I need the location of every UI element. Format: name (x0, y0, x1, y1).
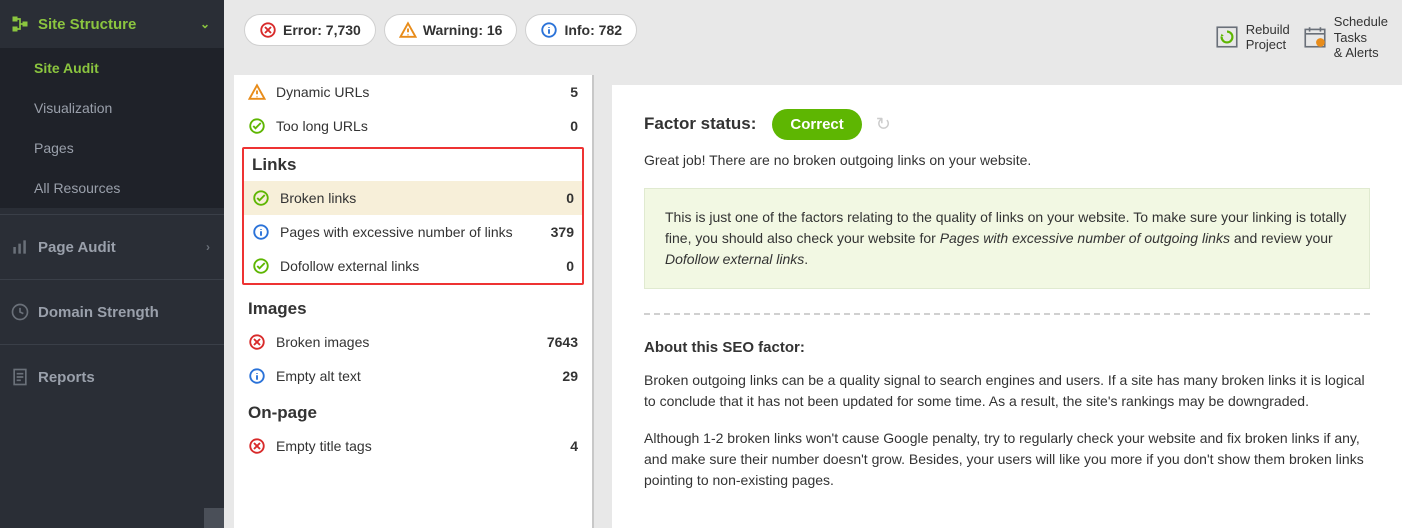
rebuild-icon (1214, 24, 1240, 50)
schedule-label: Schedule Tasks & Alerts (1334, 14, 1388, 61)
note-link-2[interactable]: Dofollow external links (665, 251, 804, 267)
content: Dynamic URLs5Too long URLs0 Links Broken… (224, 75, 1402, 528)
factor-label: Broken links (280, 190, 566, 206)
detail-column: Factor status: Correct ↻ Great job! Ther… (612, 85, 1402, 528)
info-note: This is just one of the factors relating… (644, 188, 1370, 289)
warning-label: Warning: (423, 22, 483, 38)
sidebar-item-page-audit[interactable]: Page Audit › (0, 221, 224, 273)
about-paragraph: Broken outgoing links can be a quality s… (644, 370, 1370, 412)
check-circle-icon (252, 189, 270, 207)
warning-count: 16 (487, 22, 503, 38)
factor-value: 379 (551, 224, 574, 240)
factor-value: 7643 (547, 334, 578, 350)
warning-triangle-icon (248, 83, 266, 101)
sidebar-item-site-audit[interactable]: Site Audit (0, 48, 224, 88)
factor-value: 5 (570, 84, 578, 100)
sidebar-label: Reports (38, 369, 95, 386)
warning-icon (399, 21, 417, 39)
warning-pill[interactable]: Warning: 16 (384, 14, 518, 46)
sidebar-item-reports[interactable]: Reports (0, 351, 224, 403)
factor-status-badge: Correct (772, 109, 861, 140)
factor-label: Empty title tags (276, 438, 570, 454)
factor-row[interactable]: Empty alt text29 (234, 359, 592, 393)
error-label: Error: (283, 22, 322, 38)
info-count: 782 (599, 22, 622, 38)
about-paragraph: Although 1-2 broken links won't cause Go… (644, 428, 1370, 491)
factors-column: Dynamic URLs5Too long URLs0 Links Broken… (234, 75, 594, 528)
check-circle-icon (248, 117, 266, 135)
links-header: Links (244, 149, 582, 181)
info-circle-icon (248, 367, 266, 385)
error-circle-icon (248, 333, 266, 351)
sidebar-label: Page Audit (38, 239, 116, 256)
sidebar-item-visualization[interactable]: Visualization (0, 88, 224, 128)
error-count: 7,730 (326, 22, 361, 38)
site-structure-icon (10, 14, 30, 34)
factor-value: 0 (566, 190, 574, 206)
rebuild-project-button[interactable]: Rebuild Project (1214, 14, 1290, 61)
factor-label: Pages with excessive number of links (280, 224, 551, 240)
sidebar-label: Domain Strength (38, 304, 159, 321)
error-icon (259, 21, 277, 39)
factor-label: Empty alt text (276, 368, 562, 384)
info-pill[interactable]: Info: 782 (525, 14, 637, 46)
refresh-icon[interactable]: ↻ (876, 114, 891, 135)
error-circle-icon (248, 437, 266, 455)
toolbar: Error: 7,730 Warning: 16 Info: 782 Rebui… (224, 0, 1402, 75)
factor-row[interactable]: Pages with excessive number of links379 (244, 215, 582, 249)
rebuild-label: Rebuild Project (1246, 22, 1290, 53)
sidebar: Site Structure ⌄ Site Audit Visualizatio… (0, 0, 224, 528)
factor-value: 0 (566, 258, 574, 274)
divider (644, 313, 1370, 315)
sidebar-item-domain-strength[interactable]: Domain Strength (0, 286, 224, 338)
about-header: About this SEO factor: (644, 339, 1370, 356)
note-link-1[interactable]: Pages with excessive number of outgoing … (940, 230, 1230, 246)
sidebar-collapse-tab[interactable] (204, 508, 224, 528)
factor-label: Broken images (276, 334, 547, 350)
reports-icon (10, 367, 30, 387)
chevron-down-icon: ⌄ (200, 17, 210, 31)
images-header: Images (234, 289, 592, 325)
main-area: Error: 7,730 Warning: 16 Info: 782 Rebui… (224, 0, 1402, 528)
sidebar-header-label: Site Structure (38, 16, 136, 33)
factor-row[interactable]: Dofollow external links0 (244, 249, 582, 283)
links-section-highlight: Links Broken links0Pages with excessive … (242, 147, 584, 285)
factor-status-label: Factor status: (644, 114, 756, 134)
sidebar-item-all-resources[interactable]: All Resources (0, 168, 224, 208)
factor-row[interactable]: Too long URLs0 (234, 109, 592, 143)
status-description: Great job! There are no broken outgoing … (644, 152, 1370, 168)
factor-label: Dofollow external links (280, 258, 566, 274)
factor-value: 4 (570, 438, 578, 454)
info-icon (540, 21, 558, 39)
factor-row[interactable]: Empty title tags4 (234, 429, 592, 463)
factor-label: Dynamic URLs (276, 84, 570, 100)
factor-value: 0 (570, 118, 578, 134)
onpage-header: On-page (234, 393, 592, 429)
schedule-tasks-button[interactable]: Schedule Tasks & Alerts (1302, 14, 1388, 61)
error-pill[interactable]: Error: 7,730 (244, 14, 376, 46)
info-circle-icon (252, 223, 270, 241)
page-audit-icon (10, 237, 30, 257)
factor-row[interactable]: Dynamic URLs5 (234, 75, 592, 109)
info-label: Info: (564, 22, 594, 38)
check-circle-icon (252, 257, 270, 275)
factor-label: Too long URLs (276, 118, 570, 134)
sidebar-item-pages[interactable]: Pages (0, 128, 224, 168)
chevron-right-icon: › (206, 240, 210, 254)
schedule-icon (1302, 24, 1328, 50)
factor-row[interactable]: Broken links0 (244, 181, 582, 215)
factor-row[interactable]: Broken images7643 (234, 325, 592, 359)
domain-strength-icon (10, 302, 30, 322)
factor-value: 29 (562, 368, 578, 384)
sidebar-header-site-structure[interactable]: Site Structure ⌄ (0, 0, 224, 48)
